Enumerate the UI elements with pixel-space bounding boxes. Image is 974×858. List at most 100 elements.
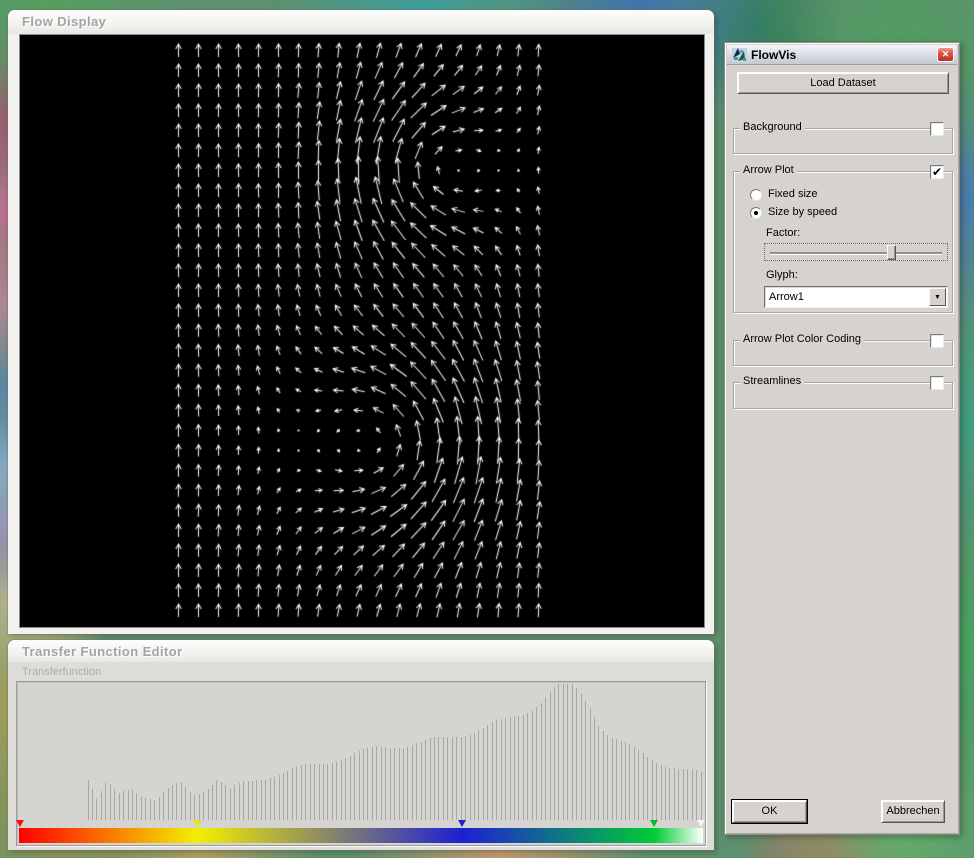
arrow-plot-group: Arrow Plot ✔ Fixed size Size by speed Fa… — [733, 164, 953, 313]
transfer-marker[interactable] — [696, 820, 705, 827]
histogram-bar — [589, 708, 591, 820]
transfer-editor-titlebar[interactable]: Transfer Function Editor — [8, 640, 714, 662]
histogram-bar — [607, 735, 609, 820]
histogram-bar — [123, 791, 125, 820]
histogram-bar — [451, 737, 453, 820]
histogram-bar — [656, 763, 658, 820]
histogram-bar — [505, 718, 507, 820]
histogram-bar — [434, 737, 436, 820]
transfer-marker[interactable] — [192, 820, 201, 827]
histogram-bar — [207, 789, 209, 820]
histogram-bar — [678, 769, 680, 820]
histogram-bar — [625, 742, 627, 820]
color-gradient-bar[interactable] — [19, 828, 703, 843]
histogram-bar — [576, 688, 578, 820]
ok-button[interactable]: OK — [731, 799, 808, 824]
transfer-marker[interactable] — [650, 820, 659, 827]
histogram-bar — [407, 747, 409, 820]
vector-field-viewport[interactable] — [19, 34, 705, 628]
histogram-bar — [411, 745, 413, 820]
histogram-bar — [349, 756, 351, 820]
flowvis-title: FlowVis — [751, 48, 797, 62]
background-checkbox[interactable] — [930, 122, 944, 136]
flow-display-titlebar[interactable]: Flow Display — [8, 10, 714, 34]
histogram-bar — [100, 791, 102, 820]
histogram-bar — [340, 760, 342, 820]
histogram-bar — [336, 762, 338, 820]
histogram-bar — [447, 737, 449, 820]
histogram-bar — [536, 707, 538, 820]
histogram-bar — [402, 748, 404, 820]
histogram-bar — [185, 787, 187, 820]
factor-slider-track[interactable] — [770, 252, 942, 254]
streamlines-checkbox[interactable] — [930, 376, 944, 390]
histogram-bar — [234, 785, 236, 820]
size-by-speed-radio-label[interactable]: Size by speed — [768, 206, 837, 218]
cancel-button[interactable]: Abbrechen — [881, 800, 945, 823]
histogram-bar — [522, 715, 524, 820]
chevron-down-icon[interactable]: ▼ — [929, 288, 946, 306]
glyph-label: Glyph: — [766, 269, 798, 281]
close-icon[interactable]: ✕ — [937, 47, 954, 62]
factor-label: Factor: — [766, 227, 801, 239]
histogram-bar — [629, 744, 631, 820]
histogram-bar — [545, 698, 547, 820]
histogram-bar — [358, 751, 360, 820]
histogram-bar — [225, 785, 227, 820]
histogram-bar — [96, 799, 98, 820]
histogram-bar — [420, 742, 422, 820]
histogram-bar — [171, 785, 173, 820]
fixed-size-radio-label[interactable]: Fixed size — [768, 188, 818, 200]
histogram-bar — [180, 782, 182, 820]
histogram-bar — [651, 760, 653, 820]
histogram-bar — [585, 701, 587, 820]
histogram-bar — [456, 737, 458, 820]
color-coding-checkbox[interactable] — [930, 334, 944, 348]
size-by-speed-radio[interactable] — [750, 207, 762, 219]
histogram-bar — [469, 735, 471, 820]
histogram-bar — [145, 798, 147, 820]
factor-slider-thumb[interactable] — [887, 245, 897, 260]
histogram-bar — [287, 771, 289, 820]
transfer-marker[interactable] — [16, 820, 25, 827]
histogram-bar — [687, 769, 689, 820]
histogram-bar — [278, 775, 280, 820]
histogram-bar — [198, 794, 200, 820]
glyph-dropdown[interactable]: Arrow1 ▼ — [764, 286, 948, 308]
histogram-bar — [580, 694, 582, 820]
transfer-function-panel[interactable] — [16, 681, 706, 846]
fixed-size-radio[interactable] — [750, 189, 762, 201]
transfer-marker[interactable] — [458, 820, 467, 827]
histogram-bar — [216, 780, 218, 820]
flow-display-window: Flow Display — [8, 10, 714, 634]
histogram-bar — [274, 777, 276, 820]
histogram-bar — [314, 764, 316, 820]
histogram-bar — [602, 731, 604, 820]
histogram-bar — [260, 780, 262, 820]
histogram-bar — [149, 799, 151, 820]
histogram-bar — [487, 725, 489, 820]
histogram-bar — [696, 770, 698, 820]
histogram-bar — [251, 781, 253, 820]
histogram-bar — [611, 738, 613, 820]
histogram-bar — [167, 788, 169, 820]
histogram-bar — [562, 684, 564, 820]
factor-slider[interactable] — [764, 243, 948, 261]
histogram-bar — [367, 748, 369, 820]
histogram-bar — [593, 717, 595, 820]
histogram-bar — [194, 795, 196, 820]
histogram-bar — [491, 722, 493, 820]
histogram-bar — [229, 788, 231, 820]
histogram-bar — [638, 750, 640, 820]
histogram-bar — [474, 733, 476, 820]
load-dataset-button[interactable]: Load Dataset — [737, 72, 949, 94]
histogram-bar — [665, 767, 667, 820]
transfer-function-editor-window: Transfer Function Editor Transferfunctio… — [8, 640, 714, 850]
histogram-bar — [305, 764, 307, 820]
histogram-bar — [331, 763, 333, 820]
histogram-bar — [176, 783, 178, 820]
arrow-plot-checkbox[interactable]: ✔ — [930, 165, 944, 179]
flowvis-titlebar[interactable]: FlowVis ✕ — [727, 45, 957, 65]
histogram-bar — [616, 739, 618, 820]
histogram-bar — [567, 684, 569, 820]
